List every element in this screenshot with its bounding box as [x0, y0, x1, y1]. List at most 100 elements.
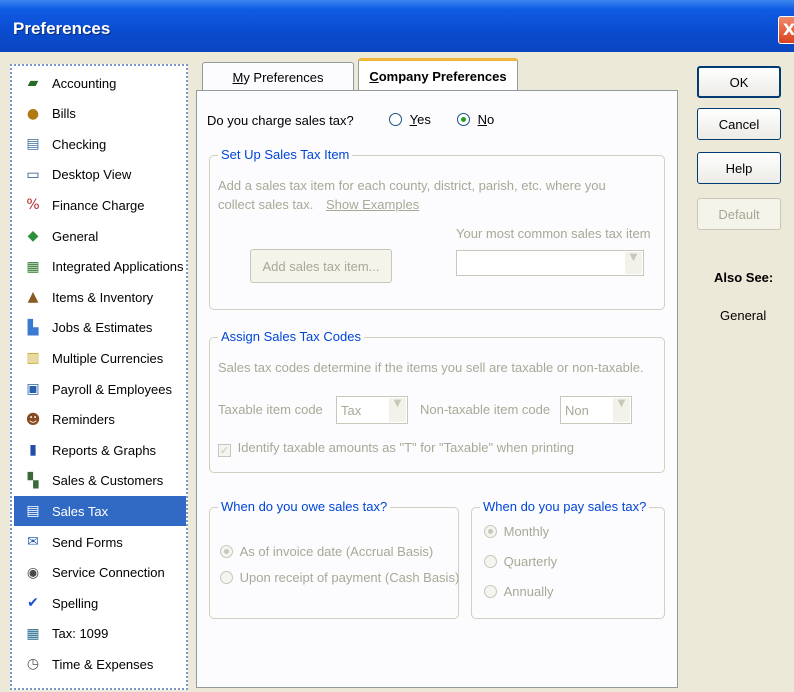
- show-examples-link[interactable]: Show Examples: [326, 197, 419, 212]
- charge-tax-no-radio[interactable]: No: [457, 112, 494, 127]
- sidebar-item-sales-customers[interactable]: ▚ Sales & Customers: [14, 466, 186, 496]
- sidebar-item-label: Payroll & Employees: [52, 381, 172, 397]
- sidebar-item-label: Time & Expenses: [52, 656, 154, 672]
- chevron-down-icon: ▼: [613, 398, 630, 422]
- no-label: No: [477, 112, 495, 127]
- taxable-code-label: Taxable item code: [218, 402, 323, 417]
- close-button[interactable]: X: [778, 16, 794, 44]
- accrual-basis-label: As of invoice date (Accrual Basis): [239, 544, 434, 559]
- sidebar-item-send-forms[interactable]: ✉ Send Forms: [14, 527, 186, 557]
- charge-tax-yes-radio[interactable]: Yes: [389, 112, 431, 127]
- accrual-basis-radio[interactable]: As of invoice date (Accrual Basis): [220, 544, 433, 559]
- send-forms-icon: ✉: [27, 534, 39, 550]
- identify-taxable-label: Identify taxable amounts as "T" for "Tax…: [237, 440, 575, 455]
- title-bar: Preferences X: [0, 0, 794, 52]
- sidebar-item-items-inventory[interactable]: ▲ Items & Inventory: [14, 282, 186, 312]
- sales-tax-icon: ▤: [26, 503, 40, 520]
- sales-customers-icon: ▚: [27, 472, 39, 489]
- add-sales-tax-item-button[interactable]: Add sales tax item...: [250, 249, 392, 283]
- sidebar-item-time-expenses[interactable]: ◷ Time & Expenses: [14, 649, 186, 679]
- preferences-panel: Do you charge sales tax? Yes No Set Up S…: [196, 90, 678, 688]
- cash-basis-radio[interactable]: Upon receipt of payment (Cash Basis): [220, 570, 459, 585]
- sidebar-item-reminders[interactable]: ☻ Reminders: [14, 405, 186, 435]
- nontaxable-code-label: Non-taxable item code: [420, 402, 551, 417]
- common-tax-item-label: Your most common sales tax item: [456, 226, 651, 241]
- sidebar-item-label: Finance Charge: [52, 197, 145, 213]
- identify-taxable-checkbox[interactable]: ✓ Identify taxable amounts as "T" for "T…: [218, 440, 574, 457]
- sidebar-item-payroll-employees[interactable]: ▣ Payroll & Employees: [14, 374, 186, 404]
- cancel-button[interactable]: Cancel: [697, 108, 781, 140]
- items-inventory-icon: ▲: [27, 289, 39, 306]
- sidebar-item-label: Sales & Customers: [52, 473, 164, 489]
- sidebar-item-spelling[interactable]: ✔ Spelling: [14, 588, 186, 618]
- tax-1099-icon: ▦: [26, 625, 40, 642]
- sidebar-item-sales-tax[interactable]: ▤ Sales Tax: [14, 496, 186, 527]
- sidebar-item-label: Reports & Graphs: [52, 442, 157, 458]
- quarterly-radio[interactable]: Quarterly: [484, 554, 557, 569]
- also-see-general-link[interactable]: General: [720, 308, 766, 323]
- sidebar-item-tax-1099[interactable]: ▦ Tax: 1099: [14, 619, 186, 649]
- category-list[interactable]: ▰ Accounting ● Bills ▤ Checking ▭ Desktop View%…: [10, 64, 188, 690]
- ok-button[interactable]: OK: [697, 66, 781, 98]
- default-button[interactable]: Default: [697, 198, 781, 230]
- dialog-body: ▰ Accounting ● Bills ▤ Checking ▭ Desktop View%…: [0, 52, 794, 692]
- sidebar-item-label: Bills: [52, 106, 76, 122]
- sidebar-item-checking[interactable]: ▤ Checking: [14, 129, 186, 159]
- sidebar-item-general[interactable]: ◆ General: [14, 221, 186, 251]
- quarterly-label: Quarterly: [503, 554, 558, 569]
- annually-radio[interactable]: Annually: [484, 584, 554, 599]
- pay-sales-tax-group: When do you pay sales tax? Monthly Quart…: [471, 499, 665, 619]
- monthly-label: Monthly: [503, 524, 550, 539]
- sidebar-item-label: Service Connection: [52, 565, 165, 581]
- setup-sales-tax-group: Set Up Sales Tax Item Add a sales tax it…: [209, 147, 665, 310]
- sidebar-item-accounting[interactable]: ▰ Accounting: [14, 68, 186, 98]
- sidebar-item-label: Items & Inventory: [52, 289, 154, 305]
- radio-button-icon: [484, 555, 497, 568]
- annually-label: Annually: [503, 584, 554, 599]
- reminders-icon: ☻: [25, 411, 41, 428]
- monthly-radio[interactable]: Monthly: [484, 524, 549, 539]
- sidebar-item-service-connection[interactable]: ◉ Service Connection: [14, 558, 186, 588]
- sidebar-item-jobs-estimates[interactable]: ▙ Jobs & Estimates: [14, 313, 186, 343]
- sidebar-item-label: Reminders: [52, 412, 115, 428]
- yes-label: Yes: [409, 112, 431, 127]
- sidebar-item-finance-charge[interactable]: % Finance Charge: [14, 190, 186, 220]
- taxable-code-dropdown[interactable]: Tax ▼: [336, 396, 408, 424]
- sidebar-item-label: Spelling: [52, 595, 99, 611]
- sidebar-item-bills[interactable]: ● Bills: [14, 99, 186, 129]
- sidebar-item-label: Checking: [52, 136, 107, 152]
- common-tax-item-dropdown[interactable]: ▼: [456, 250, 644, 276]
- sidebar-item-label: Jobs & Estimates: [52, 320, 153, 336]
- also-see-heading: Also See:: [714, 270, 774, 285]
- nontaxable-code-dropdown[interactable]: Non ▼: [560, 396, 632, 424]
- sidebar-item-label: Send Forms: [52, 534, 123, 550]
- setup-sales-tax-title: Set Up Sales Tax Item: [218, 147, 353, 162]
- owe-sales-tax-title: When do you owe sales tax?: [218, 499, 391, 514]
- sidebar-item-integrated-applications[interactable]: ▦ Integrated Applications: [14, 252, 186, 282]
- payroll-employees-icon: ▣: [26, 381, 40, 397]
- help-button[interactable]: Help: [697, 152, 781, 184]
- sidebar-item-multiple-currencies[interactable]: ▥ Multiple Currencies: [14, 343, 186, 373]
- checking-icon: ▤: [26, 136, 40, 153]
- tab-my-preferences[interactable]: My Preferences: [202, 62, 354, 91]
- service-connection-icon: ◉: [26, 564, 40, 581]
- time-expenses-icon: ◷: [26, 656, 40, 673]
- tab-company-preferences[interactable]: Company Preferences: [358, 58, 518, 91]
- sidebar-item-desktop-view[interactable]: ▭ Desktop View: [14, 160, 186, 190]
- sidebar-item-reports-graphs[interactable]: ▮ Reports & Graphs: [14, 435, 186, 465]
- sidebar-item-label: Integrated Applications: [52, 259, 184, 275]
- assign-tax-codes-title: Assign Sales Tax Codes: [218, 329, 364, 344]
- sidebar-item-label: Tax: 1099: [52, 626, 109, 642]
- general-icon: ◆: [27, 228, 39, 244]
- assign-tax-codes-group: Assign Sales Tax Codes Sales tax codes d…: [209, 329, 665, 473]
- radio-button-icon: [389, 113, 402, 126]
- pay-sales-tax-title: When do you pay sales tax?: [480, 499, 650, 514]
- tab-my-preferences-label: My Preferences: [232, 69, 324, 85]
- desktop-view-icon: ▭: [26, 166, 40, 183]
- sidebar-item-label: Sales Tax: [52, 503, 109, 519]
- nontaxable-code-value: Non: [565, 403, 589, 418]
- radio-button-icon: [484, 585, 497, 598]
- charge-sales-tax-question: Do you charge sales tax?: [207, 113, 354, 128]
- taxable-code-value: Tax: [341, 403, 362, 418]
- sidebar-item-label: Accounting: [52, 75, 117, 91]
